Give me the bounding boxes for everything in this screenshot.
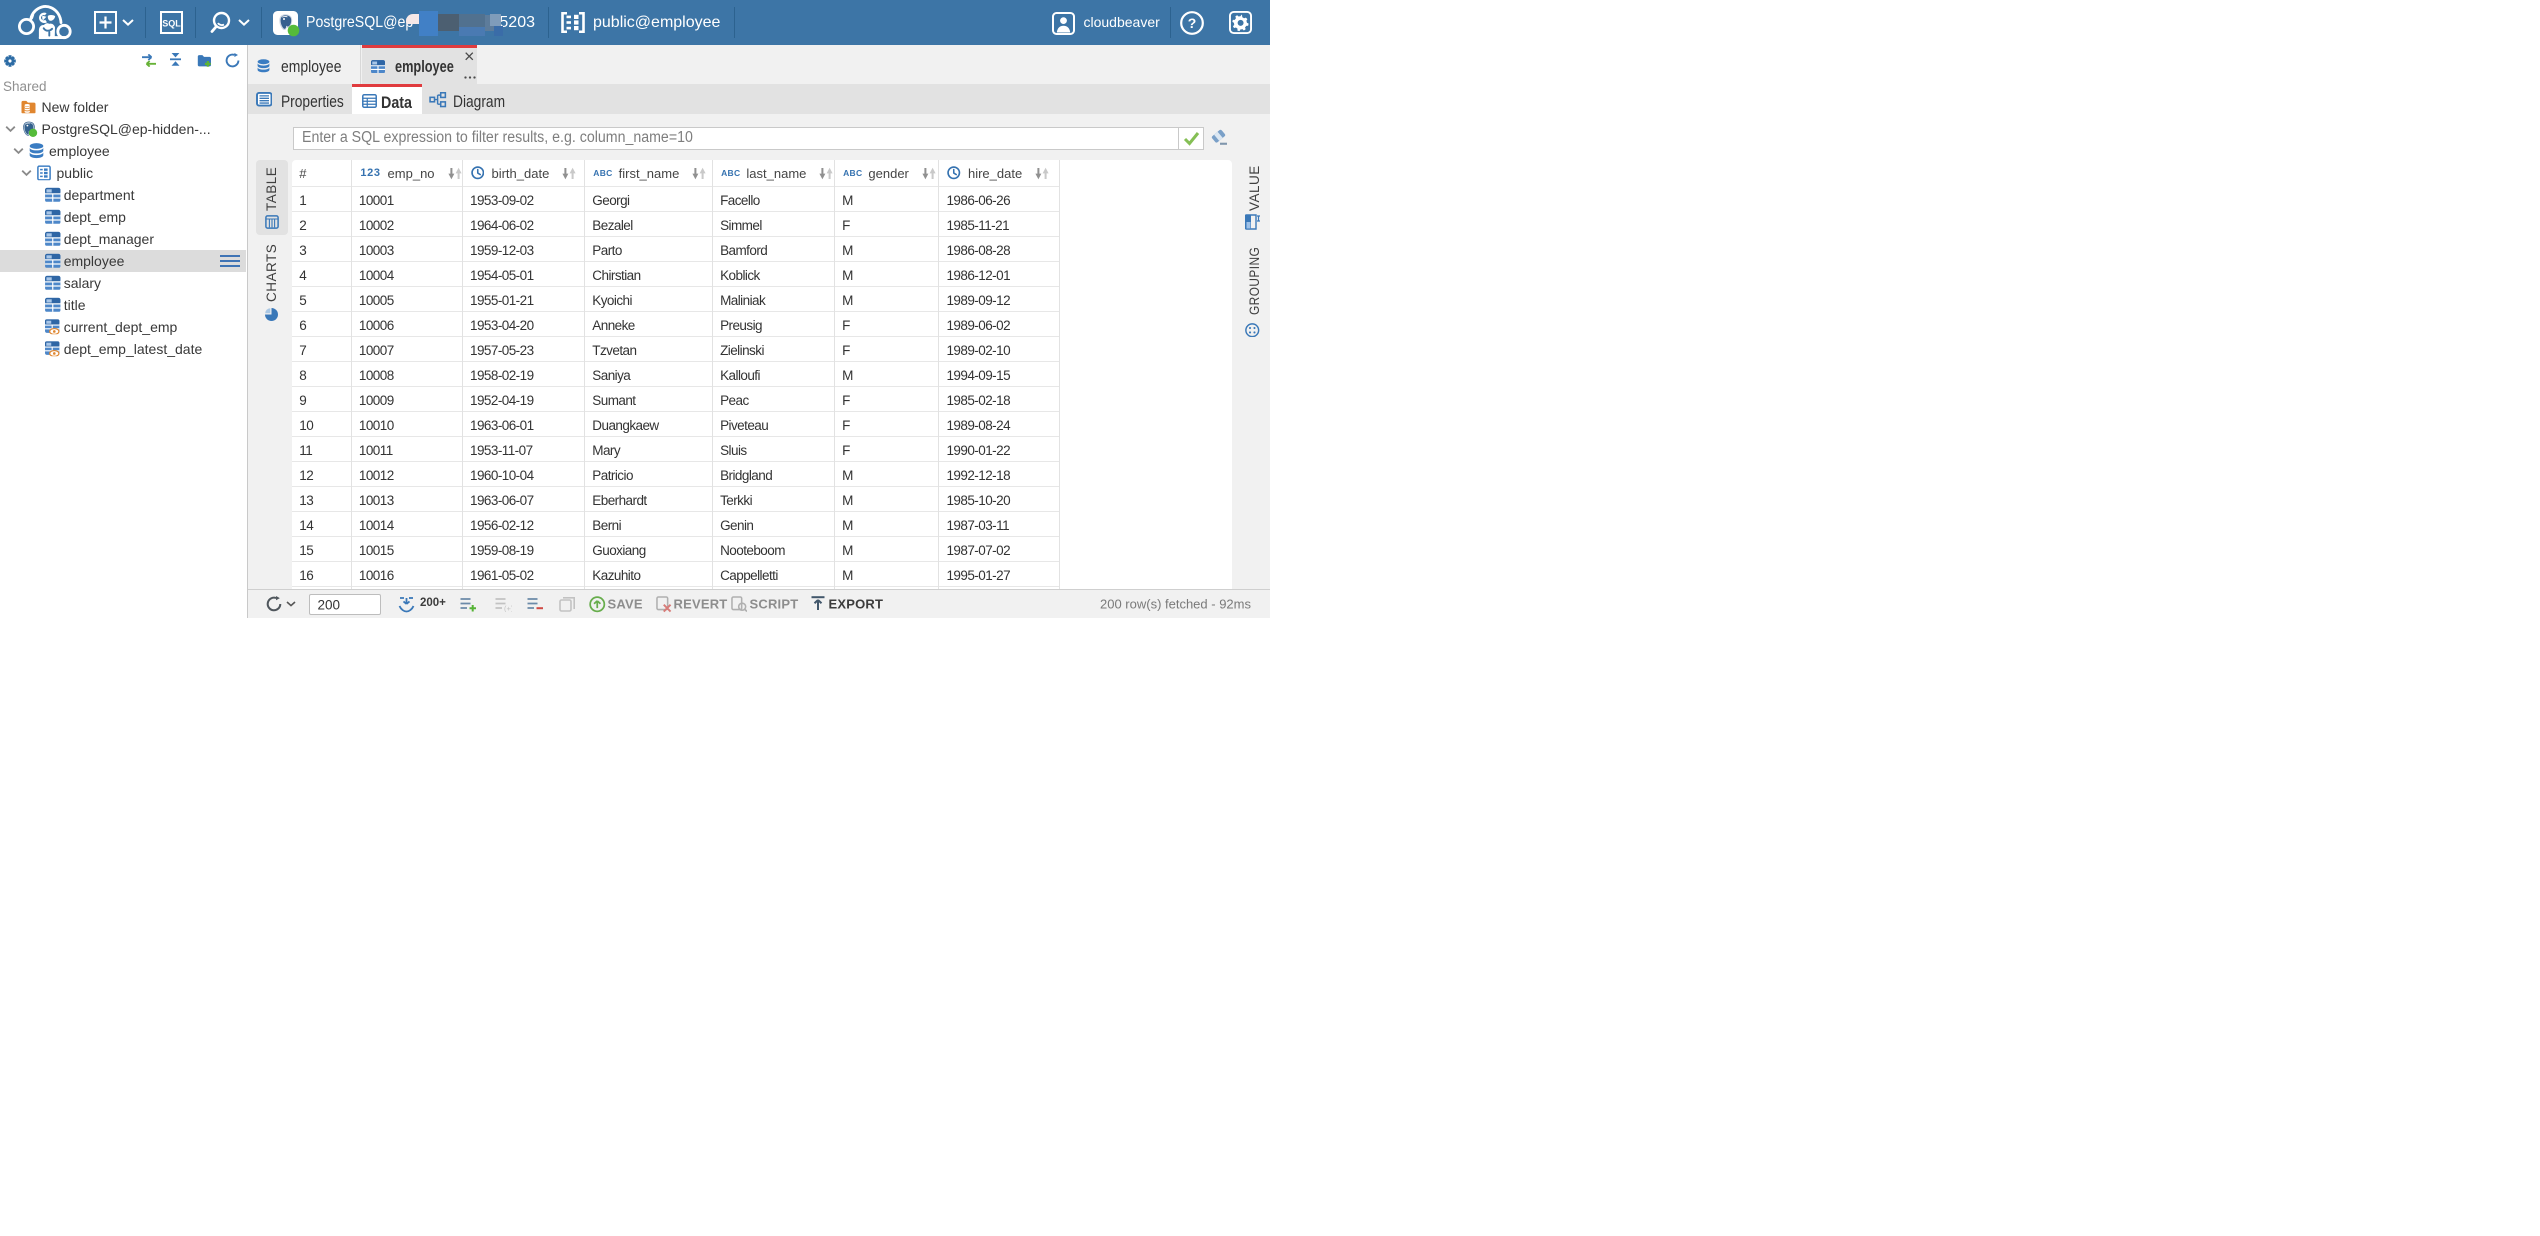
svg-text:(+): (+)	[504, 604, 512, 612]
svg-text:SQL: SQL	[162, 19, 181, 29]
svg-text:?: ?	[1188, 15, 1197, 31]
